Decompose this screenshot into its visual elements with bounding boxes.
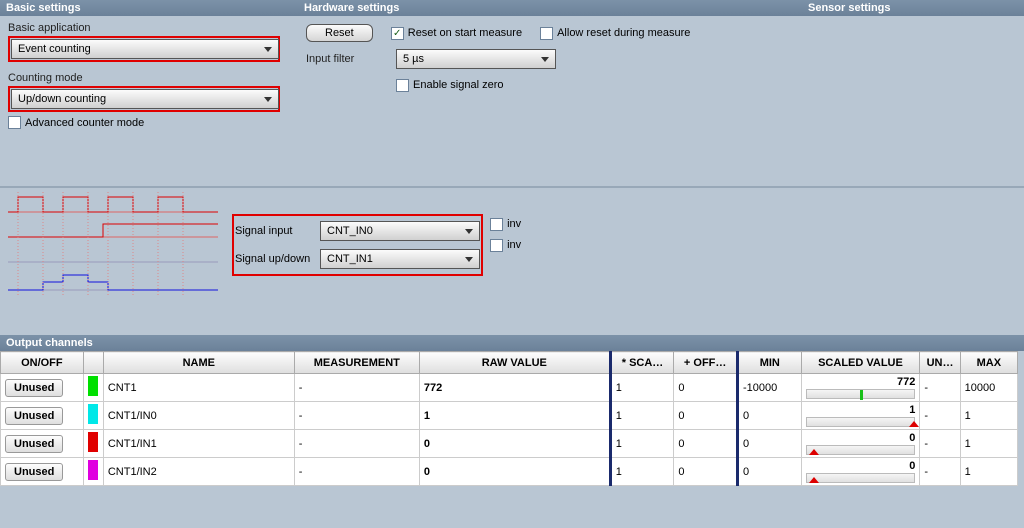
scaled-cell[interactable]: 0 — [801, 458, 920, 486]
table-row[interactable]: UnusedCNT1-77210-10000772-10000 — [1, 374, 1018, 402]
signal-input-combo[interactable]: CNT_IN0 — [320, 221, 480, 241]
name-cell[interactable]: CNT1/IN0 — [103, 402, 294, 430]
col-max[interactable]: MAX — [960, 352, 1017, 374]
max-cell[interactable]: 1 — [960, 402, 1017, 430]
signal-updown-combo[interactable]: CNT_IN1 — [320, 249, 480, 269]
col-off[interactable]: + OFF… — [674, 352, 738, 374]
max-cell[interactable]: 1 — [960, 430, 1017, 458]
raw-cell[interactable]: 772 — [419, 374, 610, 402]
col-un[interactable]: UN… — [920, 352, 960, 374]
signal-inputs-highlight: Signal input CNT_IN0 Signal up/down CNT_… — [232, 214, 483, 276]
off-cell[interactable]: 0 — [674, 374, 738, 402]
name-cell[interactable]: CNT1/IN1 — [103, 430, 294, 458]
reset-on-start-check[interactable]: ✓ Reset on start measure — [391, 27, 522, 40]
checkbox-icon — [396, 79, 409, 92]
sca-cell[interactable]: 1 — [610, 374, 674, 402]
sensor-settings-title: Sensor settings — [808, 2, 891, 14]
name-cell[interactable]: CNT1/IN2 — [103, 458, 294, 486]
min-cell[interactable]: -10000 — [737, 374, 801, 402]
un-cell[interactable]: - — [920, 374, 960, 402]
signal-input-inv-check[interactable]: inv — [490, 218, 521, 231]
color-cell[interactable] — [83, 374, 103, 402]
hardware-settings-column: Reset ✓ Reset on start measure Allow res… — [306, 22, 810, 132]
basic-application-combo[interactable]: Event counting — [11, 39, 279, 59]
output-channels-title: Output channels — [0, 335, 1024, 351]
basic-settings-column: Basic application Event counting Countin… — [8, 22, 306, 132]
col-sca[interactable]: * SCA… — [610, 352, 674, 374]
top-section-header: Basic settings Hardware settings Sensor … — [0, 0, 1024, 16]
waveform-signal-panel: Signal input CNT_IN0 Signal up/down CNT_… — [0, 186, 1024, 301]
off-cell[interactable]: 0 — [674, 458, 738, 486]
sca-cell[interactable]: 1 — [610, 402, 674, 430]
advanced-counter-mode-check[interactable]: Advanced counter mode — [8, 116, 144, 129]
min-cell[interactable]: 0 — [737, 430, 801, 458]
output-channels-table: ON/OFF NAME MEASUREMENT RAW VALUE * SCA…… — [0, 351, 1018, 486]
min-cell[interactable]: 0 — [737, 458, 801, 486]
name-cell[interactable]: CNT1 — [103, 374, 294, 402]
color-cell[interactable] — [83, 430, 103, 458]
checkbox-icon: ✓ — [391, 27, 404, 40]
col-color[interactable] — [83, 352, 103, 374]
onoff-cell[interactable]: Unused — [1, 374, 84, 402]
top-settings-panel: Basic application Event counting Countin… — [0, 16, 1024, 138]
onoff-cell[interactable]: Unused — [1, 458, 84, 486]
waveform-diagram — [8, 192, 218, 297]
checkbox-icon — [540, 27, 553, 40]
col-name[interactable]: NAME — [103, 352, 294, 374]
counting-mode-highlight: Up/down counting — [8, 86, 280, 112]
color-cell[interactable] — [83, 458, 103, 486]
onoff-cell[interactable]: Unused — [1, 402, 84, 430]
scaled-cell[interactable]: 772 — [801, 374, 920, 402]
checkbox-icon — [490, 239, 503, 252]
table-row[interactable]: UnusedCNT1/IN1-01000-1 — [1, 430, 1018, 458]
input-filter-combo[interactable]: 5 µs — [396, 49, 556, 69]
off-cell[interactable]: 0 — [674, 402, 738, 430]
scaled-cell[interactable]: 1 — [801, 402, 920, 430]
raw-cell[interactable]: 0 — [419, 430, 610, 458]
col-raw[interactable]: RAW VALUE — [419, 352, 610, 374]
counting-mode-combo[interactable]: Up/down counting — [11, 89, 279, 109]
off-cell[interactable]: 0 — [674, 430, 738, 458]
checkbox-icon — [490, 218, 503, 231]
signal-updown-label: Signal up/down — [235, 253, 320, 265]
measurement-cell[interactable]: - — [294, 430, 419, 458]
enable-signal-zero-check[interactable]: Enable signal zero — [396, 79, 504, 92]
table-row[interactable]: UnusedCNT1/IN2-01000-1 — [1, 458, 1018, 486]
reset-button[interactable]: Reset — [306, 24, 373, 42]
min-cell[interactable]: 0 — [737, 402, 801, 430]
raw-cell[interactable]: 0 — [419, 458, 610, 486]
max-cell[interactable]: 1 — [960, 458, 1017, 486]
onoff-cell[interactable]: Unused — [1, 430, 84, 458]
sca-cell[interactable]: 1 — [610, 430, 674, 458]
signal-input-label: Signal input — [235, 225, 320, 237]
col-measurement[interactable]: MEASUREMENT — [294, 352, 419, 374]
color-cell[interactable] — [83, 402, 103, 430]
hardware-settings-title: Hardware settings — [304, 2, 808, 14]
sca-cell[interactable]: 1 — [610, 458, 674, 486]
input-filter-label: Input filter — [306, 53, 396, 65]
un-cell[interactable]: - — [920, 430, 960, 458]
basic-application-highlight: Event counting — [8, 36, 280, 62]
checkbox-icon — [8, 116, 21, 129]
table-row[interactable]: UnusedCNT1/IN0-11001-1 — [1, 402, 1018, 430]
scaled-cell[interactable]: 0 — [801, 430, 920, 458]
raw-cell[interactable]: 1 — [419, 402, 610, 430]
col-onoff[interactable]: ON/OFF — [1, 352, 84, 374]
basic-settings-title: Basic settings — [6, 2, 304, 14]
basic-application-label: Basic application — [8, 22, 108, 34]
table-header-row: ON/OFF NAME MEASUREMENT RAW VALUE * SCA…… — [1, 352, 1018, 374]
col-scaled[interactable]: SCALED VALUE — [801, 352, 920, 374]
signal-updown-inv-check[interactable]: inv — [490, 239, 521, 252]
un-cell[interactable]: - — [920, 458, 960, 486]
measurement-cell[interactable]: - — [294, 458, 419, 486]
measurement-cell[interactable]: - — [294, 374, 419, 402]
max-cell[interactable]: 10000 — [960, 374, 1017, 402]
allow-reset-check[interactable]: Allow reset during measure — [540, 27, 690, 40]
measurement-cell[interactable]: - — [294, 402, 419, 430]
counting-mode-label: Counting mode — [8, 72, 108, 84]
col-min[interactable]: MIN — [737, 352, 801, 374]
un-cell[interactable]: - — [920, 402, 960, 430]
